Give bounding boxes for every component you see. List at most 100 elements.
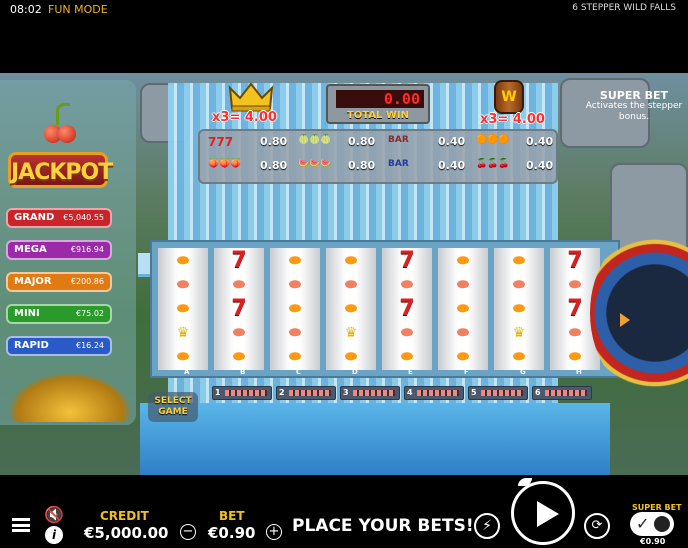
orange-symbol-icon: ⬬: [345, 253, 357, 269]
autoplay-icon[interactable]: ⟳: [584, 513, 610, 539]
game-button-bars: [481, 390, 523, 396]
orange-symbol-icon: ⬬: [513, 253, 525, 269]
cherries-icon: [42, 103, 78, 143]
paytable-symbol: 🍉🍉🍉: [298, 159, 332, 169]
peach-symbol-icon: ⬬: [289, 277, 301, 293]
reel-d: ⬬ ⬬ ⬬ ♛ ⬬: [326, 248, 376, 370]
barrel-multiplier: x3= 4.00: [480, 112, 545, 127]
reel-letter: F: [464, 368, 469, 376]
orange-symbol-icon: ⬬: [289, 253, 301, 269]
super-bet-info-desc: Activates the stepper bonus.: [585, 101, 683, 122]
game-button-5[interactable]: 5: [468, 386, 528, 400]
orange-symbol-icon: ⬬: [345, 349, 357, 365]
reel-letter: E: [408, 368, 413, 376]
orange-symbol-icon: ⬬: [289, 301, 301, 317]
water-pool: [140, 403, 610, 475]
credit-value: €5,000.00: [84, 524, 169, 542]
game-button-4[interactable]: 4: [404, 386, 464, 400]
peach-symbol-icon: ⬬: [513, 277, 525, 293]
credit-label: CREDIT: [100, 509, 149, 523]
wheel-pointer-icon: [620, 313, 630, 327]
seven-symbol-icon: 7: [399, 296, 415, 321]
leaf-icon: [518, 478, 532, 486]
orange-symbol-icon: ⬬: [457, 349, 469, 365]
turbo-off-icon[interactable]: ⚡: [474, 513, 500, 539]
reels-area: ⬬ ⬬ ⬬ ♛ ⬬ 7 ⬬ 7 ⬬ ⬬ ⬬ ⬬ ⬬ ⬬ ⬬ ⬬ ⬬ ⬬ ♛ ⬬ 7 ⬬ 7 ⬬ ⬬ ⬬ ⬬ ⬬ ⬬ ⬬ ⬬ ⬬ ⬬ ♛ ⬬ 7 ⬬ 7 ⬬ ⬬: [150, 240, 620, 378]
jackpot-major: MAJOR €200.86: [6, 272, 112, 292]
jackpot-value: €5,040.55: [63, 213, 104, 222]
peach-symbol-icon: ⬬: [401, 325, 413, 341]
reel-c: ⬬ ⬬ ⬬ ⬬ ⬬: [270, 248, 320, 370]
peach-symbol-icon: ⬬: [401, 277, 413, 293]
jackpot-label: RAPID: [14, 340, 49, 351]
paytable-value: 0.40: [438, 135, 466, 148]
seven-symbol-icon: 7: [399, 248, 415, 273]
reel-b: 7 ⬬ 7 ⬬ ⬬: [214, 248, 264, 370]
orange-symbol-icon: ⬬: [233, 349, 245, 365]
paytable-value: 0.40: [526, 135, 554, 148]
menu-icon[interactable]: [12, 518, 30, 532]
paytable-symbol: BAR: [388, 159, 409, 169]
orange-symbol-icon: ⬬: [513, 349, 525, 365]
play-icon: [537, 501, 559, 527]
jackpot-label: MINI: [14, 308, 40, 319]
reel-e: 7 ⬬ 7 ⬬ ⬬: [382, 248, 432, 370]
reel-letter: D: [352, 368, 358, 376]
super-bet-info: SUPER BET Activates the stepper bonus.: [584, 90, 684, 123]
game-button-2[interactable]: 2: [276, 386, 336, 400]
orange-symbol-icon: ⬬: [513, 301, 525, 317]
game-button-bars: [417, 390, 459, 396]
crown-multiplier: x3= 4.00: [212, 110, 277, 125]
game-button-1[interactable]: 1: [212, 386, 272, 400]
game-button-6[interactable]: 6: [532, 386, 592, 400]
game-button-bars: [353, 390, 395, 396]
decrease-bet-button[interactable]: −: [180, 524, 196, 540]
game-button-bars: [289, 390, 331, 396]
reel-letter: A: [184, 368, 190, 376]
total-win-panel: 0.00 TOTAL WIN: [326, 84, 430, 124]
peach-symbol-icon: ⬬: [177, 277, 189, 293]
jackpot-grand: GRAND €5,040.55: [6, 208, 112, 228]
jackpot-label: GRAND: [14, 212, 55, 223]
paytable-value: 0.40: [438, 159, 466, 172]
status-bar: 08:02 FUN MODE 6 STEPPER WILD FALLS: [0, 0, 688, 20]
jackpot-mega: MEGA €916.94: [6, 240, 112, 260]
toggle-knob: [652, 514, 672, 534]
bet-label: BET: [219, 509, 245, 523]
super-bet-info-title: SUPER BET: [599, 89, 669, 102]
barrel-icon: W: [494, 80, 524, 114]
paytable-symbol: 777: [208, 135, 234, 149]
reel-letter: B: [240, 368, 246, 376]
jackpot-value: €916.94: [70, 245, 104, 254]
peach-symbol-icon: ⬬: [457, 277, 469, 293]
bet-value: €0.90: [208, 524, 256, 542]
crown-icon: [228, 82, 274, 112]
paytable-symbol: 🟠🟠🟠: [476, 135, 510, 145]
increase-bet-button[interactable]: +: [266, 524, 282, 540]
paytable-value: 0.80: [260, 159, 288, 172]
seven-symbol-icon: 7: [567, 248, 583, 273]
super-bet-label: SUPER BET: [632, 503, 682, 512]
game-button-bars: [225, 390, 267, 396]
info-icon[interactable]: i: [45, 526, 63, 544]
crown-symbol-icon: ♛: [176, 325, 190, 341]
game-button-bars: [545, 390, 587, 396]
paytable-symbol: 🍈🍈🍈: [298, 135, 332, 145]
game-button-label: 5: [471, 388, 477, 397]
game-button-3[interactable]: 3: [340, 386, 400, 400]
total-win-display: 0.00: [336, 90, 424, 108]
paytable: 777 0.80 🍈🍈🍈 0.80 BAR 0.40 🟠🟠🟠 0.40 🍑🍑🍑 …: [198, 129, 558, 184]
paytable-row: 777 0.80 🍈🍈🍈 0.80 BAR 0.40 🟠🟠🟠 0.40: [200, 135, 560, 161]
peach-symbol-icon: ⬬: [345, 277, 357, 293]
game-button-label: 4: [407, 388, 413, 397]
select-game-button[interactable]: SELECT GAME: [148, 392, 198, 422]
paytable-value: 0.80: [260, 135, 288, 148]
orange-symbol-icon: ⬬: [289, 349, 301, 365]
peach-symbol-icon: ⬬: [569, 277, 581, 293]
jackpot-value: €16.24: [76, 341, 104, 350]
super-bet-toggle[interactable]: ✓: [630, 512, 674, 536]
total-win-label: TOTAL WIN: [346, 110, 410, 121]
reel-a: ⬬ ⬬ ⬬ ♛ ⬬: [158, 248, 208, 370]
sound-muted-icon[interactable]: 🔇: [44, 505, 64, 524]
spin-button[interactable]: [511, 478, 575, 545]
